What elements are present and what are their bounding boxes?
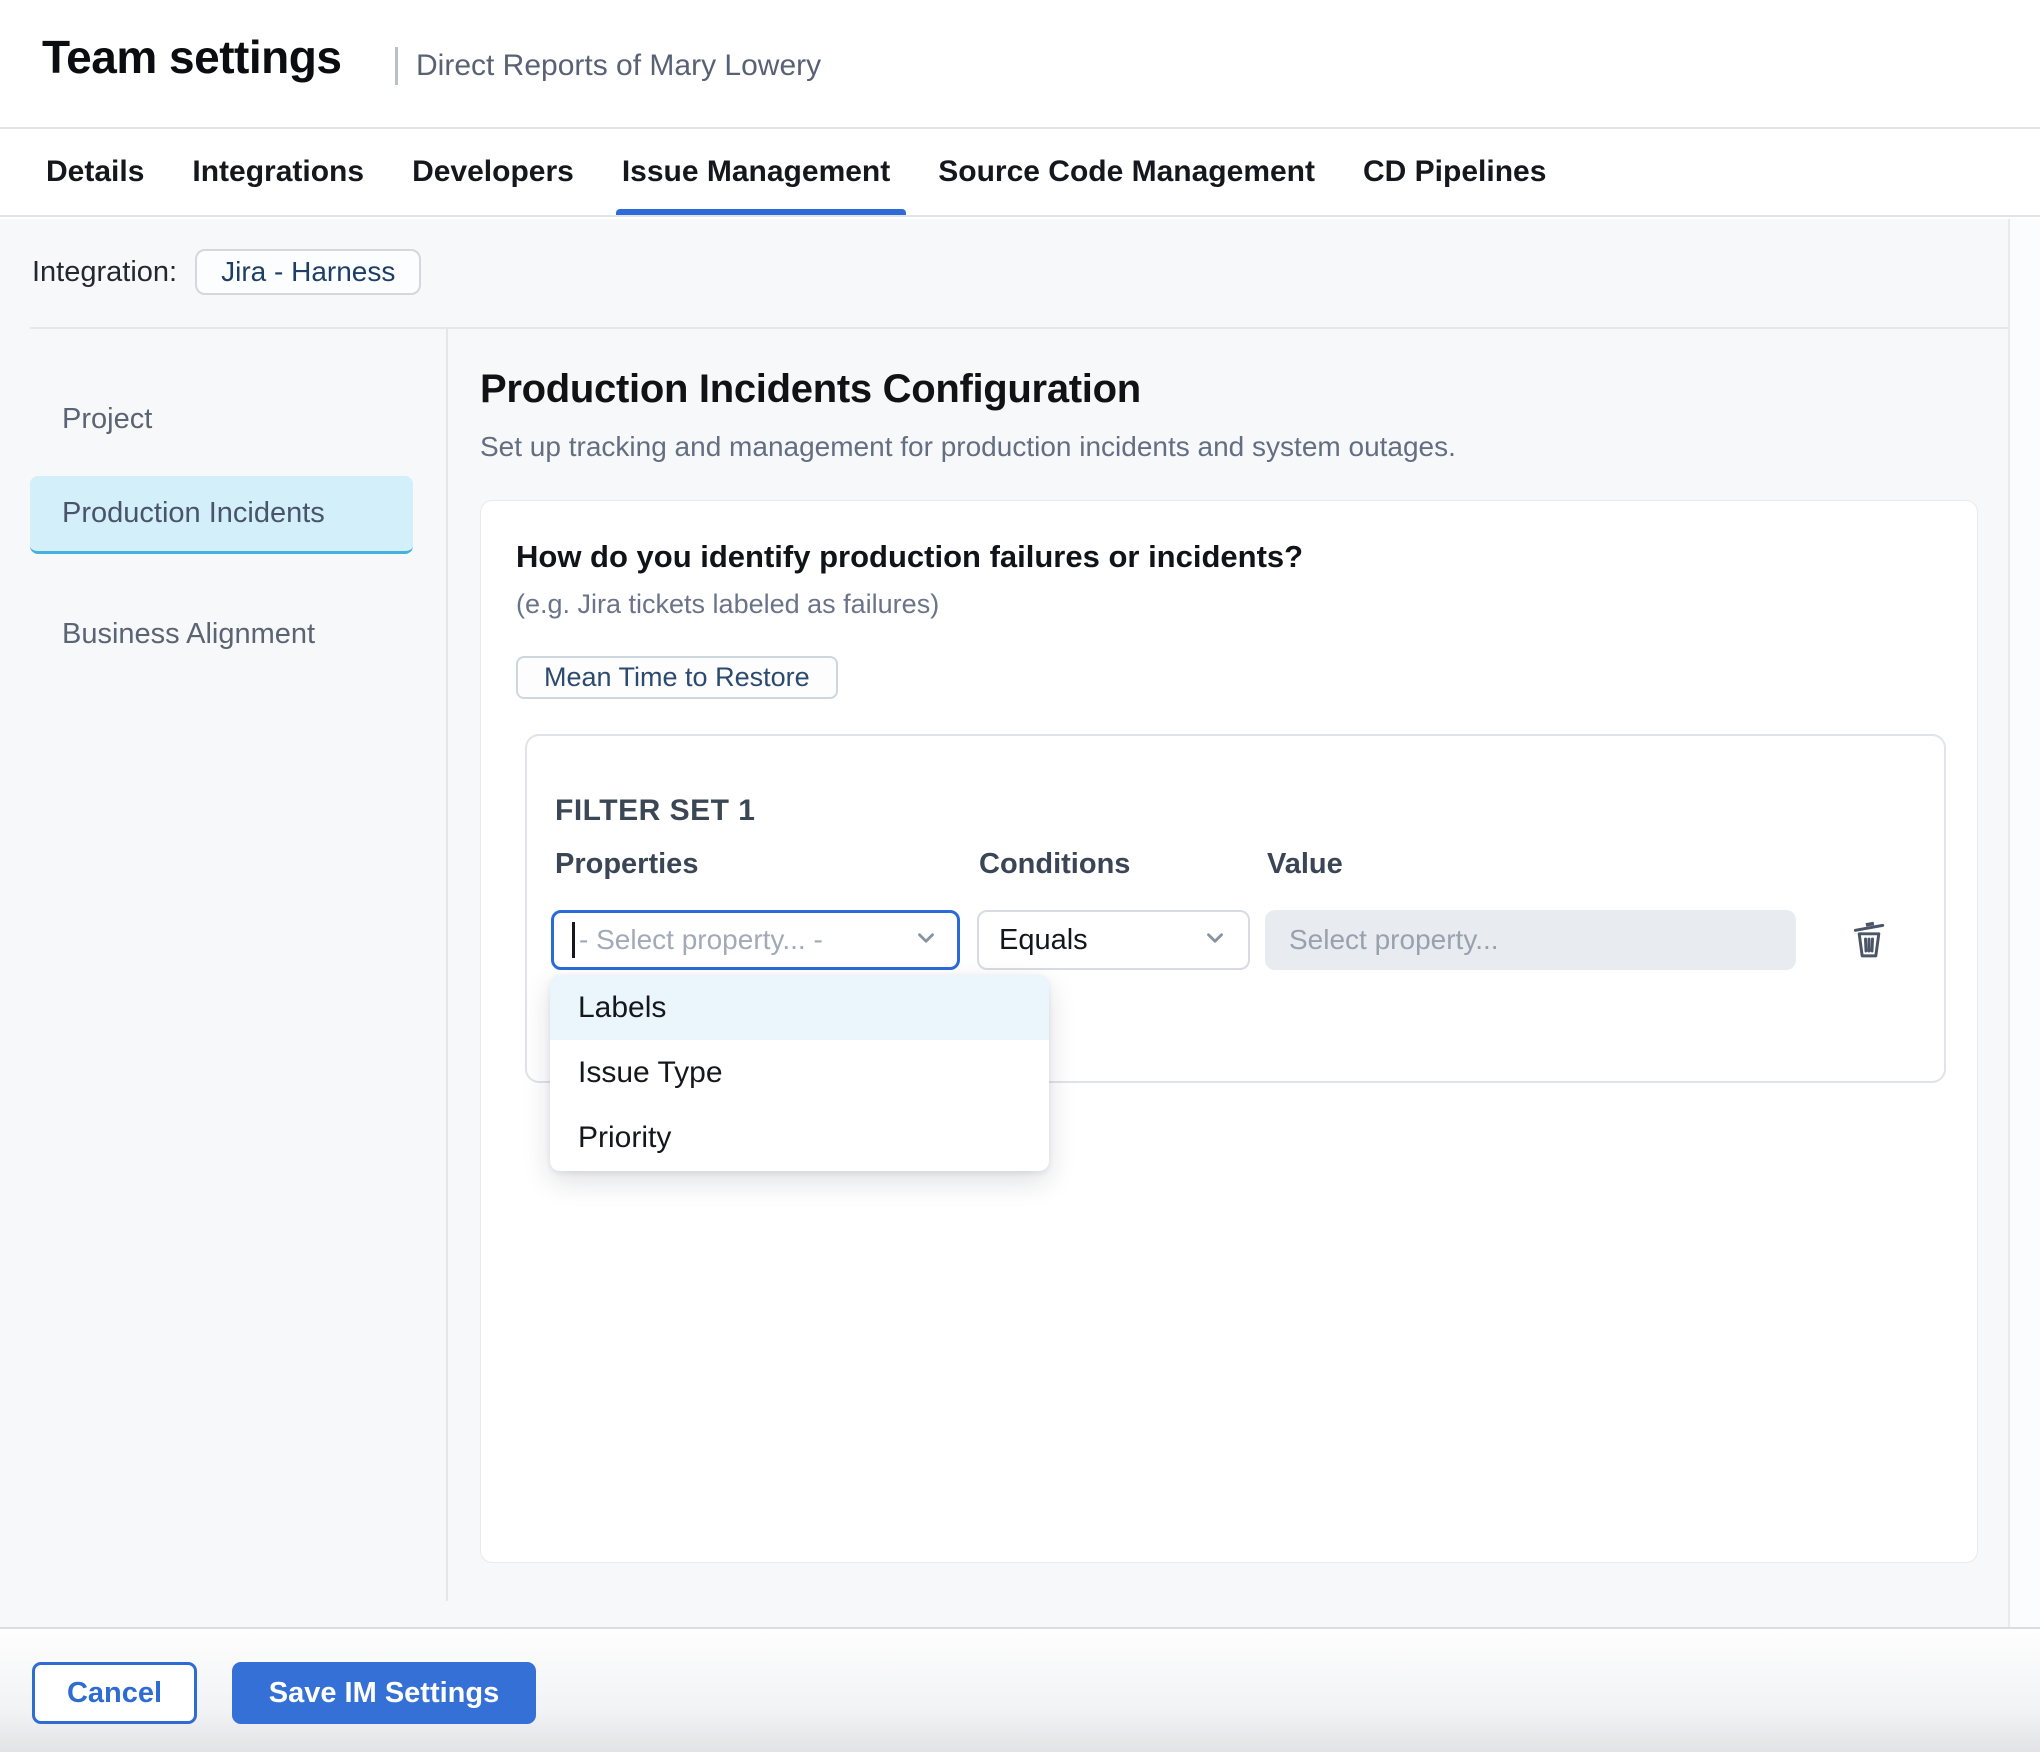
tab-developers[interactable]: Developers	[412, 129, 574, 215]
integration-chip[interactable]: Jira - Harness	[195, 249, 421, 295]
section-subtitle: Set up tracking and management for produ…	[480, 431, 1456, 463]
save-im-settings-button[interactable]: Save IM Settings	[232, 1662, 536, 1724]
identify-question: How do you identify production failures …	[516, 539, 1303, 575]
dropdown-option-labels[interactable]: Labels	[550, 975, 1049, 1040]
condition-select-value: Equals	[999, 924, 1088, 957]
dropdown-option-priority[interactable]: Priority	[550, 1105, 1049, 1170]
property-select-placeholder: - Select property... -	[579, 924, 823, 956]
mean-time-to-restore-chip[interactable]: Mean Time to Restore	[516, 656, 838, 699]
property-select[interactable]: - Select property... -	[551, 910, 960, 970]
delete-filter-button[interactable]	[1845, 913, 1893, 965]
sidebar-item-project[interactable]: Project	[30, 380, 413, 458]
column-header-value: Value	[1267, 848, 1343, 881]
tab-issue-management[interactable]: Issue Management	[622, 129, 890, 215]
tab-source-code-management[interactable]: Source Code Management	[938, 129, 1315, 215]
value-input[interactable]	[1265, 910, 1796, 970]
column-header-conditions: Conditions	[979, 848, 1130, 881]
dropdown-option-issue-type[interactable]: Issue Type	[550, 1040, 1049, 1105]
team-name: Direct Reports of Mary Lowery	[416, 49, 821, 83]
chevron-down-icon	[1202, 925, 1228, 956]
chevron-down-icon	[913, 925, 939, 956]
filter-set-title: FILTER SET 1	[555, 794, 755, 828]
integration-label: Integration:	[32, 256, 177, 289]
section-title: Production Incidents Configuration	[480, 367, 1141, 412]
config-sidebar: Project Production Incidents Business Al…	[0, 329, 448, 1601]
sidebar-item-production-incidents[interactable]: Production Incidents	[30, 476, 413, 554]
tab-integrations[interactable]: Integrations	[192, 129, 364, 215]
page-title: Team settings	[42, 30, 341, 84]
text-cursor	[572, 922, 575, 958]
property-dropdown-menu: Labels Issue Type Priority	[550, 975, 1049, 1171]
column-header-properties: Properties	[555, 848, 698, 881]
incidents-config-card: How do you identify production failures …	[480, 500, 1978, 1563]
title-divider	[395, 47, 398, 85]
settings-tabbar: Details Integrations Developers Issue Ma…	[0, 129, 2040, 217]
identify-question-hint: (e.g. Jira tickets labeled as failures)	[516, 589, 939, 620]
page-header: Team settings Direct Reports of Mary Low…	[0, 0, 2040, 129]
page-subtitle-group: Direct Reports of Mary Lowery	[395, 47, 821, 85]
cancel-button[interactable]: Cancel	[32, 1662, 197, 1724]
sidebar-item-business-alignment[interactable]: Business Alignment	[30, 595, 413, 673]
condition-select[interactable]: Equals	[977, 910, 1250, 970]
scrollbar-gutter[interactable]	[2008, 219, 2040, 1627]
content-area: Integration: Jira - Harness Project Prod…	[0, 219, 2040, 1627]
trash-icon	[1848, 915, 1890, 964]
tab-details[interactable]: Details	[46, 129, 144, 215]
action-footer: Cancel Save IM Settings	[0, 1627, 2040, 1752]
tab-cd-pipelines[interactable]: CD Pipelines	[1363, 129, 1546, 215]
integration-row: Integration: Jira - Harness	[32, 249, 421, 295]
